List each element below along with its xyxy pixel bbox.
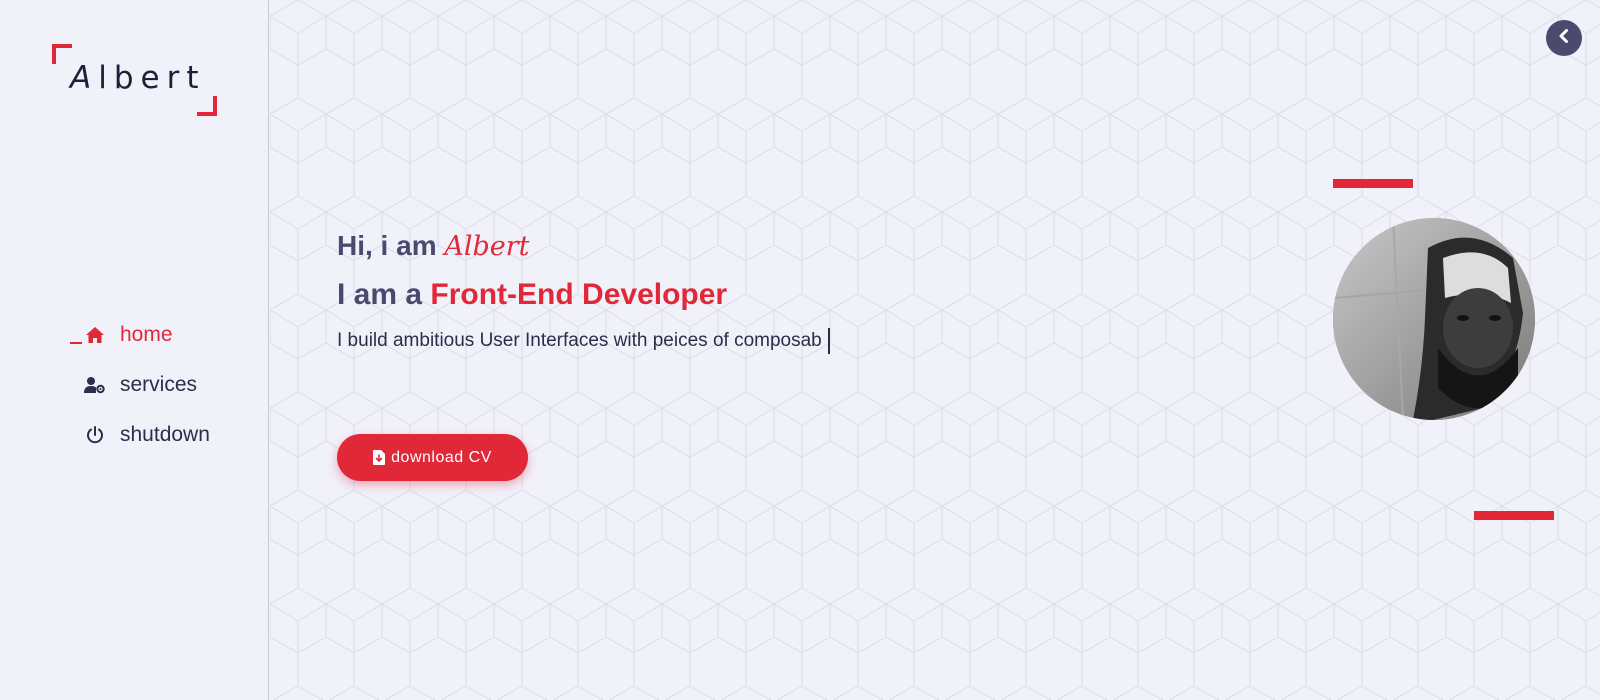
role-title: Front-End Developer: [430, 278, 728, 311]
hero: Hi, i am Albert I am a Front-End Develop…: [337, 230, 830, 354]
sidebar-nav: home services shutdown: [70, 310, 210, 460]
nav-item-label: services: [120, 373, 198, 396]
logo-text: Albert: [70, 60, 205, 96]
logo[interactable]: Albert: [52, 44, 217, 116]
nav-item-shutdown[interactable]: shutdown: [70, 410, 210, 460]
sidebar: Albert home services shutdown: [0, 0, 269, 700]
greeting: Hi, i am Albert: [337, 230, 830, 262]
nav-item-services[interactable]: services: [70, 360, 210, 410]
collapse-sidebar-button[interactable]: [1546, 20, 1582, 56]
avatar: [1333, 218, 1535, 420]
logo-corner-bottom-right: [197, 96, 217, 116]
role-heading: I am a Front-End Developer: [337, 278, 830, 312]
user-gear-icon: [84, 374, 106, 396]
nav-item-home[interactable]: home: [70, 310, 210, 360]
file-download-icon: [373, 450, 386, 465]
tagline: I build ambitious User Interfaces with p…: [337, 328, 830, 354]
download-cv-label: download CV: [391, 448, 492, 466]
chevron-left-icon: [1556, 28, 1572, 48]
role-prefix: I am a: [337, 278, 423, 311]
nav-item-label: home: [120, 323, 173, 346]
logo-rest: lbert: [98, 60, 206, 96]
home-icon: [84, 324, 106, 346]
nav-item-label: shutdown: [120, 423, 210, 446]
accent-bar-top: [1333, 179, 1413, 188]
typing-caret: [827, 328, 830, 354]
main-content: Hi, i am Albert I am a Front-End Develop…: [270, 0, 1600, 700]
accent-bar-bottom: [1474, 511, 1554, 520]
tagline-text: I build ambitious User Interfaces with p…: [337, 330, 822, 351]
greeting-prefix: Hi, i am: [337, 230, 437, 261]
greeting-name: Albert: [444, 231, 530, 262]
logo-corner-top-left: [52, 44, 72, 64]
logo-first-letter: A: [70, 60, 99, 96]
download-cv-button[interactable]: download CV: [337, 434, 528, 481]
power-icon: [84, 424, 106, 446]
